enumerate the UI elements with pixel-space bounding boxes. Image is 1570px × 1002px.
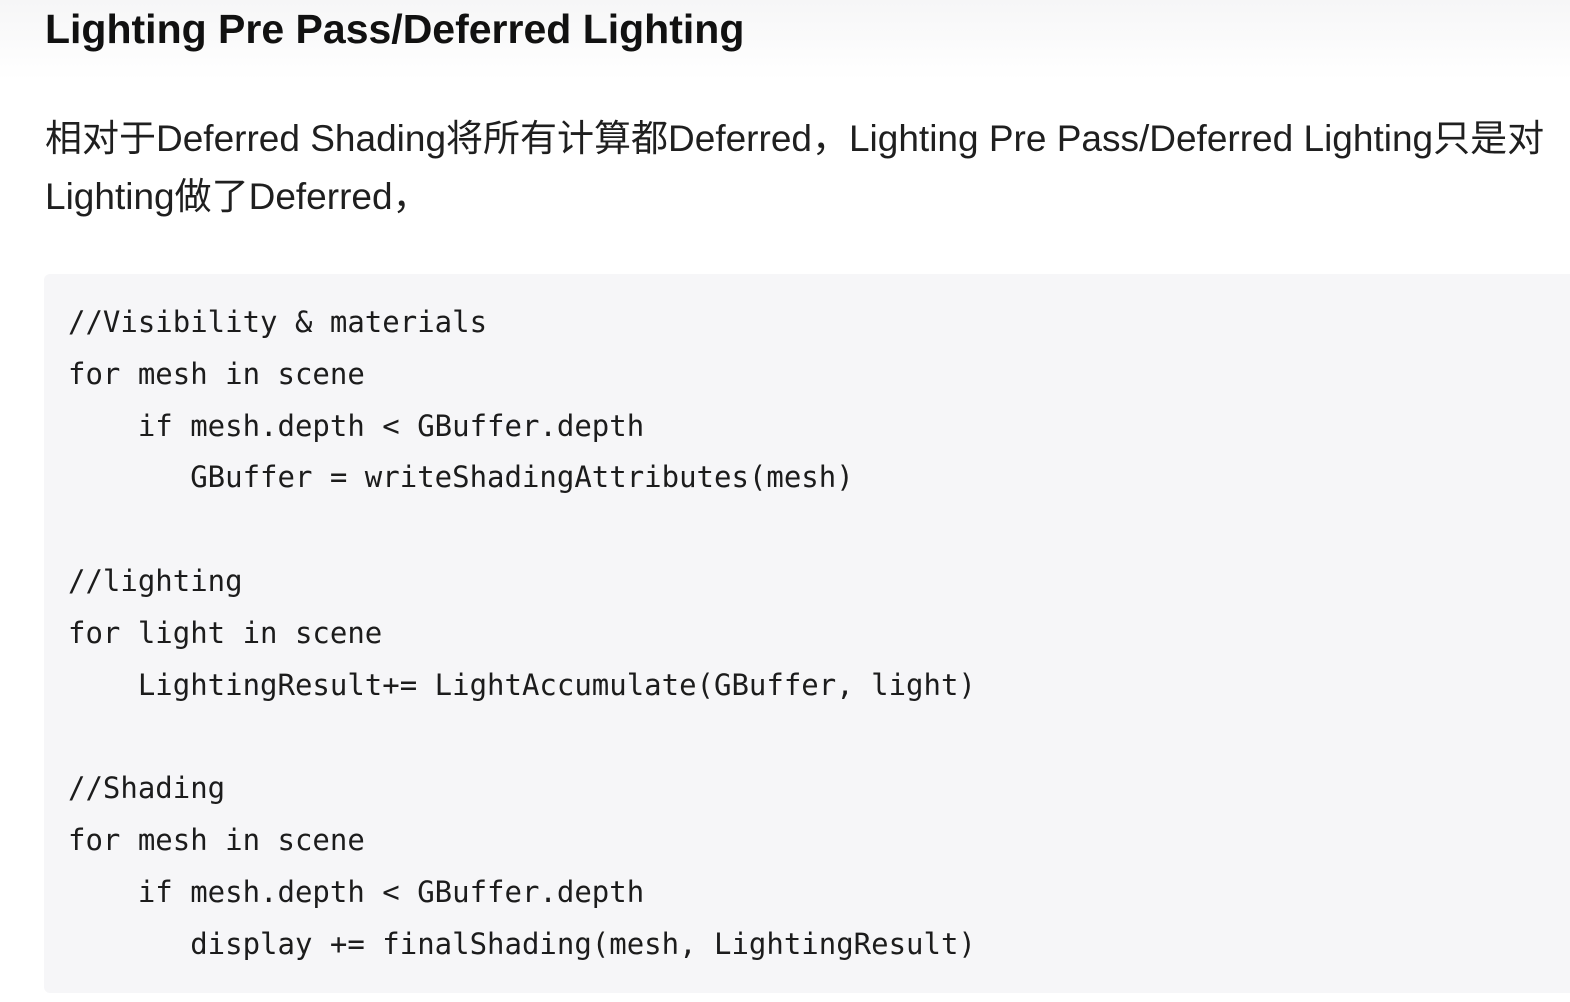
code-line: for mesh in scene xyxy=(68,356,365,391)
paragraph-line: 相对于Deferred Shading将所有计算都Deferred，Lighti… xyxy=(45,118,1545,159)
code-line: GBuffer = writeShadingAttributes(mesh) xyxy=(68,460,854,495)
code-line: //Visibility & materials xyxy=(68,305,488,339)
code-content: //Visibility & materials for mesh in scen… xyxy=(68,297,976,970)
paragraph-line: Lighting做了Deferred， xyxy=(45,176,430,217)
code-line: if mesh.depth < GBuffer.depth xyxy=(68,874,645,909)
code-line: display += finalShading(mesh, LightingRe… xyxy=(68,926,976,961)
code-line: for mesh in scene xyxy=(68,822,365,857)
code-line: //Shading xyxy=(68,771,226,806)
code-line: //lighting xyxy=(68,563,243,598)
section-heading: Lighting Pre Pass/Deferred Lighting xyxy=(45,6,745,52)
intro-paragraph: 相对于Deferred Shading将所有计算都Deferred，Lighti… xyxy=(45,110,1570,226)
code-line: for light in scene xyxy=(68,615,383,650)
code-line: LightingResult+= LightAccumulate(GBuffer… xyxy=(68,667,976,702)
code-line: if mesh.depth < GBuffer.depth xyxy=(68,408,645,443)
